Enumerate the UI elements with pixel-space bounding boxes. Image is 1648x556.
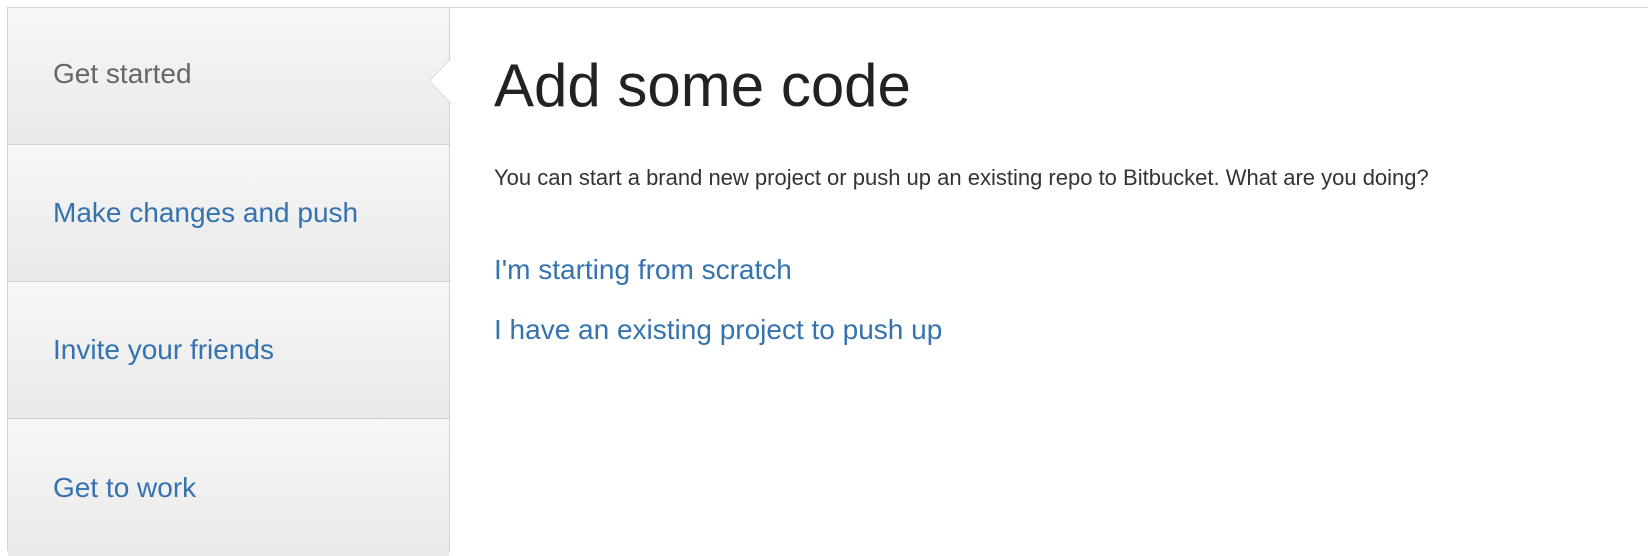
page-description: You can start a brand new project or pus… [494,165,1429,190]
step-get-to-work[interactable]: Get to work [8,419,449,556]
step-get-started[interactable]: Get started [8,8,451,145]
step-label: Make changes and push [53,197,359,228]
page-title: Add some code [494,52,911,119]
step-label: Get started [53,58,192,89]
step-invite-your-friends[interactable]: Invite your friends [8,282,449,419]
active-step-pointer [429,58,451,104]
onboarding-panel: Get started Make changes and push Invite… [7,7,1648,556]
starting-from-scratch-link[interactable]: I'm starting from scratch [494,254,792,286]
step-label: Invite your friends [53,334,274,365]
steps-sidebar: Get started Make changes and push Invite… [8,8,451,556]
existing-project-link[interactable]: I have an existing project to push up [494,314,942,346]
step-make-changes-and-push[interactable]: Make changes and push [8,145,449,282]
step-label: Get to work [53,471,197,503]
